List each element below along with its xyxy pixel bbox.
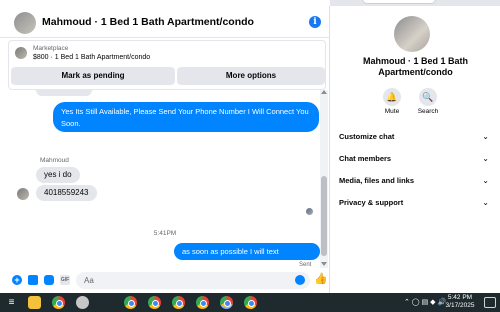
top-round-button[interactable] (446, 0, 462, 5)
search-label: Search (417, 108, 439, 115)
profile-name: Mahmoud · 1 Bed 1 Bath Apartment/condo (362, 56, 468, 77)
chrome-icon[interactable] (148, 296, 161, 309)
row-label: Media, files and links (339, 176, 415, 185)
taskbar-clock[interactable]: 5:42 PM 3/17/2025 (442, 294, 478, 310)
row-label: Chat members (339, 154, 392, 163)
clock-time: 5:42 PM (447, 294, 473, 301)
row-label: Privacy & support (339, 198, 404, 207)
customize-chat-row[interactable]: Customize chat ⌄ (339, 128, 489, 146)
scrollbar-thumb[interactable] (321, 176, 327, 256)
chat-pane: Mahmoud · 1 Bed 1 Bath Apartment/condo i… (0, 6, 330, 293)
search-button[interactable]: 🔍 Search (408, 88, 448, 115)
search-icon: 🔍 (419, 88, 437, 106)
app-icon[interactable] (76, 296, 89, 309)
bell-icon: 🔔 (383, 88, 401, 106)
message-bubble-partial (36, 90, 92, 96)
chrome-icon[interactable] (244, 296, 257, 309)
seen-avatar-icon (306, 208, 313, 215)
marketplace-card: Marketplace $800 · 1 Bed 1 Bath Apartmen… (8, 40, 326, 90)
profile-avatar[interactable] (394, 16, 430, 52)
sticker-icon[interactable] (44, 275, 54, 285)
listing-title[interactable]: $800 · 1 Bed 1 Bath Apartment/condo (33, 54, 150, 61)
clock-date: 3/17/2025 (445, 302, 475, 309)
windows-taskbar: ≡ ⌃ ◯ ▤ ◆ 🔊 5:42 PM 3/17/2025 (0, 293, 500, 312)
chat-title[interactable]: Mahmoud · 1 Bed 1 Bath Apartment/condo (42, 16, 254, 28)
mark-pending-button[interactable]: Mark as pending (11, 67, 175, 85)
scroll-down-icon[interactable] (321, 262, 327, 266)
message-scrollbar[interactable] (320, 90, 328, 268)
chrome-icon[interactable] (52, 296, 65, 309)
info-icon[interactable]: i (309, 16, 321, 28)
gif-icon[interactable]: GIF (60, 275, 70, 285)
emoji-icon[interactable] (295, 275, 305, 285)
messenger-app: Mahmoud · 1 Bed 1 Bath Apartment/condo i… (0, 0, 500, 293)
message-timestamp: 5:41PM (153, 230, 177, 237)
chrome-icon-active[interactable] (220, 296, 233, 309)
thumbs-up-icon[interactable]: 👍 (314, 274, 328, 285)
mute-button[interactable]: 🔔 Mute (372, 88, 412, 115)
gallery-icon[interactable] (28, 275, 38, 285)
message-list: Yes Its Still Available, Please Send You… (0, 90, 320, 268)
sender-avatar[interactable] (17, 188, 29, 200)
chevron-down-icon: ⌄ (482, 154, 489, 163)
chevron-down-icon: ⌄ (482, 198, 489, 207)
system-tray[interactable]: ⌃ ◯ ▤ ◆ 🔊 (404, 298, 446, 306)
chrome-icon[interactable] (172, 296, 185, 309)
message-outgoing[interactable]: as soon as possible I will text you..Tha… (174, 243, 320, 268)
message-incoming[interactable]: yes i do (36, 167, 80, 183)
top-pill[interactable] (362, 0, 436, 4)
file-explorer-icon[interactable] (28, 296, 41, 309)
plus-icon[interactable]: + (12, 275, 22, 285)
privacy-support-row[interactable]: Privacy & support ⌄ (339, 194, 489, 212)
chrome-icon[interactable] (124, 296, 137, 309)
message-input[interactable]: Aa (76, 272, 310, 289)
message-outgoing[interactable]: Yes Its Still Available, Please Send You… (53, 102, 319, 132)
chevron-down-icon: ⌄ (482, 132, 489, 141)
message-incoming[interactable]: 4018559243 (36, 185, 97, 201)
chat-header: Mahmoud · 1 Bed 1 Bath Apartment/condo i (0, 6, 330, 38)
chevron-down-icon: ⌄ (482, 176, 489, 185)
composer: + GIF Aa 👍 (0, 268, 330, 293)
show-desktop-icon[interactable] (484, 297, 496, 308)
task-view-icon[interactable]: ≡ (5, 296, 18, 309)
media-files-links-row[interactable]: Media, files and links ⌄ (339, 172, 489, 190)
sender-name: Mahmoud (40, 157, 69, 164)
mute-label: Mute (384, 108, 400, 115)
chrome-icon[interactable] (196, 296, 209, 309)
chat-members-row[interactable]: Chat members ⌄ (339, 150, 489, 168)
listing-thumbnail[interactable] (15, 47, 27, 59)
row-label: Customize chat (339, 132, 395, 141)
scroll-up-icon[interactable] (321, 90, 327, 94)
chat-avatar[interactable] (14, 12, 36, 34)
more-options-button[interactable]: More options (177, 67, 325, 85)
marketplace-label: Marketplace (33, 45, 69, 52)
conversation-details-panel: Mahmoud · 1 Bed 1 Bath Apartment/condo 🔔… (331, 6, 500, 293)
